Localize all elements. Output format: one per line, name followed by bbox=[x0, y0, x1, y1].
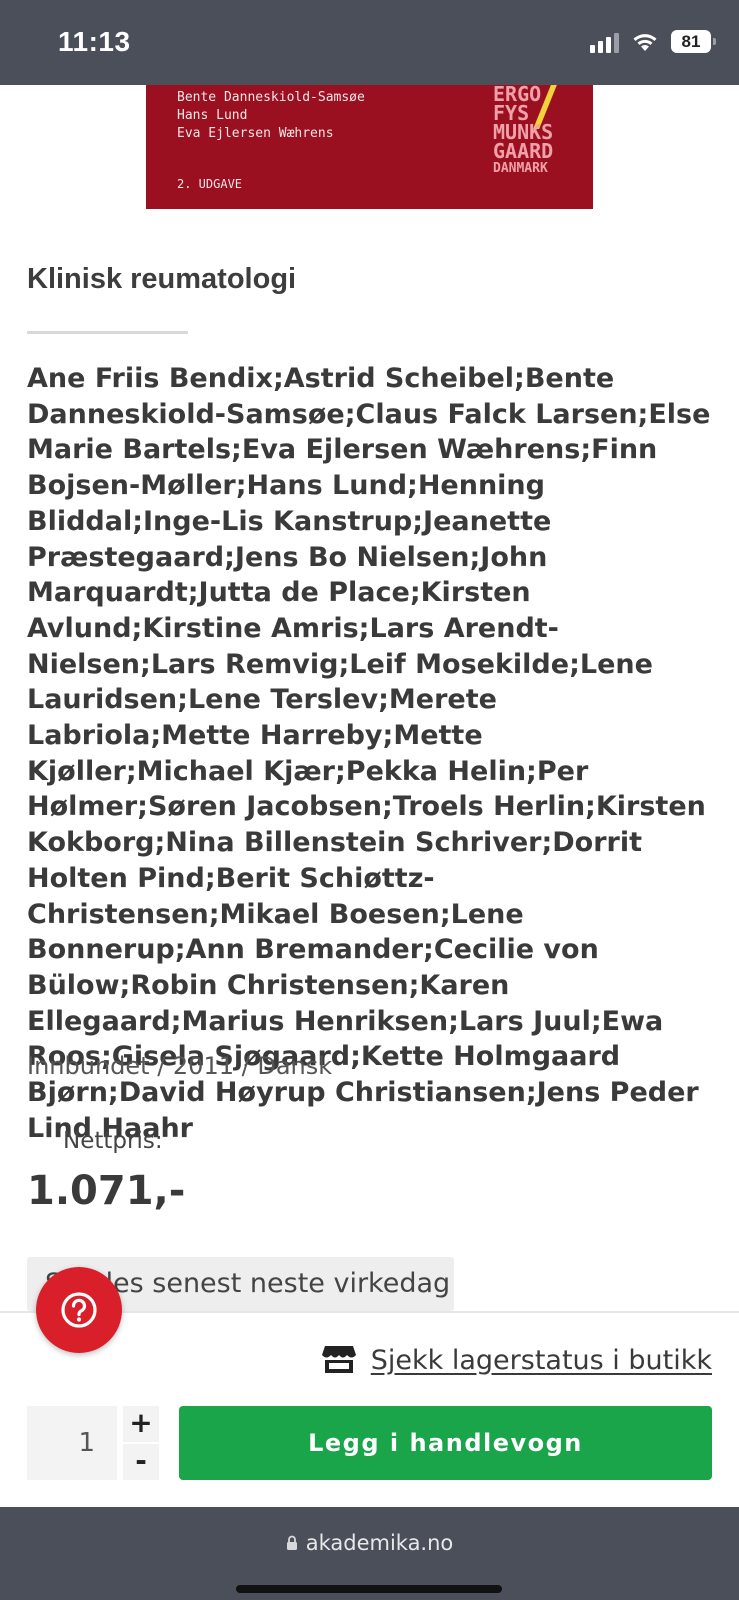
home-indicator bbox=[236, 1585, 502, 1593]
price-value: 1.071,- bbox=[27, 1168, 186, 1214]
battery-indicator: 81 bbox=[671, 30, 716, 53]
publisher-logo: ERGO FYS MUNKS GAARD DANMARK bbox=[493, 85, 553, 176]
add-to-cart-button[interactable]: Legg i handlevogn bbox=[179, 1406, 712, 1480]
wifi-icon bbox=[633, 33, 657, 51]
store-icon bbox=[321, 1346, 356, 1373]
title-divider bbox=[27, 331, 188, 334]
quantity-input[interactable]: 1 bbox=[27, 1406, 117, 1480]
product-title: Klinisk reumatologi bbox=[27, 263, 297, 295]
status-time: 11:13 bbox=[58, 26, 131, 57]
logo-line: DANMARK bbox=[493, 161, 548, 176]
status-bar: 11:13 81 bbox=[0, 0, 739, 85]
book-cover-image: Bente Danneskiold-Samsøe Hans Lund Eva E… bbox=[146, 85, 593, 209]
product-meta: Innbundet / 2011 / Dansk bbox=[27, 1052, 333, 1080]
stock-status-link[interactable]: Sjekk lagerstatus i butikk bbox=[371, 1345, 712, 1376]
url-text[interactable]: akademika.no bbox=[306, 1531, 454, 1555]
help-button[interactable] bbox=[36, 1267, 122, 1353]
browser-address-bar[interactable]: akademika.no bbox=[0, 1507, 739, 1600]
product-authors: Ane Friis Bendix;Astrid Scheibel;Bente D… bbox=[27, 363, 711, 1144]
cover-authors: Bente Danneskiold-Samsøe Hans Lund Eva E… bbox=[177, 89, 365, 143]
question-circle-icon bbox=[61, 1292, 97, 1328]
cover-author: Bente Danneskiold-Samsøe bbox=[177, 90, 365, 105]
cover-edition: 2. UDGAVE bbox=[177, 177, 243, 191]
stock-status-row[interactable]: Sjekk lagerstatus i butikk bbox=[321, 1344, 712, 1376]
cellular-signal-icon bbox=[590, 31, 619, 53]
price-label: Nettpris: bbox=[63, 1128, 163, 1154]
quantity-increase-button[interactable]: + bbox=[123, 1406, 159, 1442]
status-icons: 81 bbox=[590, 30, 716, 53]
url-row[interactable]: akademika.no bbox=[0, 1531, 739, 1555]
quantity-decrease-button[interactable]: - bbox=[123, 1444, 159, 1480]
cover-author: Eva Ejlersen Wæhrens bbox=[177, 126, 334, 141]
logo-line: GAARD bbox=[493, 139, 554, 163]
lock-icon bbox=[286, 1535, 297, 1550]
cover-author: Hans Lund bbox=[177, 108, 248, 123]
